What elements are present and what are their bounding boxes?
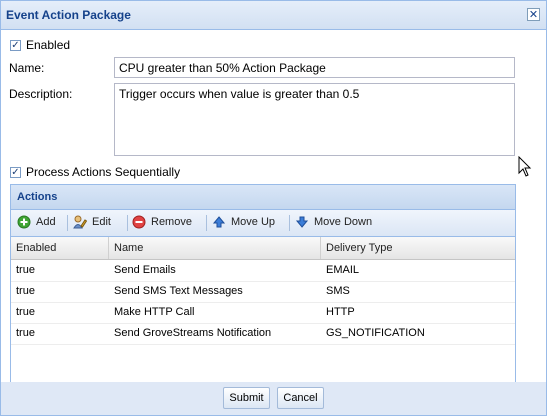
toolbar-separator [127, 215, 128, 231]
actions-panel: Actions Add Edit Remove Move Up Move Dow… [10, 184, 516, 397]
cancel-button[interactable]: Cancel [277, 387, 324, 409]
mouse-pointer-icon [518, 156, 532, 177]
remove-icon [132, 215, 146, 229]
move-up-button[interactable]: Move Up [212, 215, 282, 231]
cell-delivery-type: EMAIL [326, 264, 360, 276]
add-button[interactable]: Add [17, 215, 63, 231]
event-action-package-dialog: Event Action Package ✕ ✓ Enabled Name: D… [0, 0, 547, 416]
cell-delivery-type: SMS [326, 285, 350, 297]
toolbar-separator [67, 215, 68, 231]
dialog-titlebar[interactable]: Event Action Package ✕ [1, 1, 546, 30]
dialog-title: Event Action Package [6, 8, 131, 22]
cell-name: Send SMS Text Messages [114, 285, 243, 297]
cell-enabled: true [16, 306, 35, 318]
cell-delivery-type: HTTP [326, 306, 355, 318]
description-label: Description: [9, 87, 73, 101]
close-icon[interactable]: ✕ [527, 8, 540, 21]
add-label: Add [36, 216, 56, 228]
edit-label: Edit [92, 216, 111, 228]
actions-panel-title: Actions [17, 191, 58, 203]
dialog-footer: Submit Cancel [1, 382, 546, 415]
table-row[interactable]: true Send GroveStreams Notification GS_N… [11, 323, 515, 345]
name-label: Name: [9, 61, 45, 75]
move-up-label: Move Up [231, 216, 276, 228]
enabled-label: Enabled [26, 38, 71, 52]
column-header-delivery-type[interactable]: Delivery Type [321, 237, 515, 259]
actions-toolbar: Add Edit Remove Move Up Move Down [11, 210, 515, 237]
grid-header: Enabled Name Delivery Type [11, 237, 515, 260]
sequential-label: Process Actions Sequentially [26, 165, 181, 179]
cell-enabled: true [16, 264, 35, 276]
column-header-name[interactable]: Name [109, 237, 321, 259]
cell-name: Send GroveStreams Notification [114, 327, 272, 339]
move-down-button[interactable]: Move Down [295, 215, 375, 231]
cell-name: Send Emails [114, 264, 176, 276]
dialog-body: ✓ Enabled Name: Description: Trigger occ… [1, 30, 546, 397]
cell-enabled: true [16, 285, 35, 297]
arrow-down-icon [295, 216, 309, 228]
actions-panel-header: Actions [11, 185, 515, 210]
move-down-label: Move Down [314, 216, 373, 228]
table-row[interactable]: true Send SMS Text Messages SMS [11, 281, 515, 303]
sequential-checkbox[interactable]: ✓ [10, 167, 21, 178]
user-edit-icon [73, 215, 87, 229]
table-row[interactable]: true Make HTTP Call HTTP [11, 302, 515, 324]
toolbar-separator [206, 215, 207, 231]
name-input[interactable] [114, 57, 515, 78]
description-textarea[interactable]: Trigger occurs when value is greater tha… [114, 83, 515, 156]
cell-delivery-type: GS_NOTIFICATION [326, 327, 425, 339]
cell-enabled: true [16, 327, 35, 339]
remove-label: Remove [151, 216, 192, 228]
submit-button[interactable]: Submit [223, 387, 270, 409]
table-row[interactable]: true Send Emails EMAIL [11, 260, 515, 282]
column-header-enabled[interactable]: Enabled [11, 237, 109, 259]
cell-name: Make HTTP Call [114, 306, 195, 318]
toolbar-separator [289, 215, 290, 231]
enabled-checkbox[interactable]: ✓ [10, 40, 21, 51]
remove-button[interactable]: Remove [132, 215, 202, 231]
edit-button[interactable]: Edit [73, 215, 123, 231]
add-icon [17, 215, 31, 229]
arrow-up-icon [212, 216, 226, 228]
